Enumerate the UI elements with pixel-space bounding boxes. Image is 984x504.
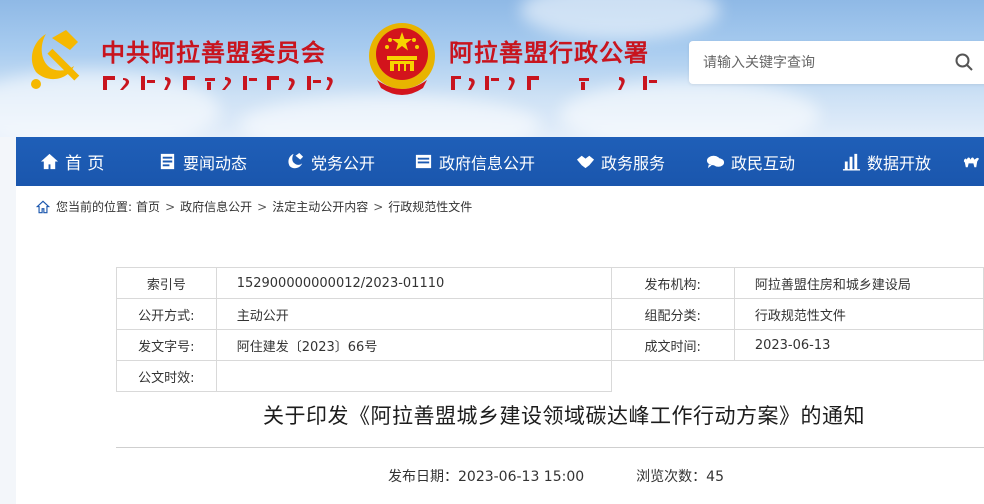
document-meta-table: 索引号 152900000000012/2023-01110 发布机构: 阿拉善… [116, 267, 984, 392]
administrative-office-title: 阿拉善盟行政公署 [449, 39, 649, 67]
home-icon [36, 200, 50, 213]
camel-icon [963, 157, 980, 168]
nav-label: 党务公开 [311, 153, 376, 173]
meta-label: 索引号 [116, 267, 217, 299]
nav-item-gov-services[interactable]: 政务服务 [576, 137, 665, 186]
search-box[interactable] [689, 41, 984, 84]
nav-label: 政府信息公开 [439, 153, 536, 173]
nav-label: 数据开放 [867, 153, 932, 173]
nav-label: 政务服务 [601, 153, 666, 173]
publish-info: 发布日期：2023-06-13 15:00 浏览次数：45 [388, 466, 724, 486]
chat-bubbles-icon [706, 155, 725, 169]
main-content: 您当前的位置: 首页 > 政府信息公开 > 法定主动公开内容 > 行政规范性文件… [16, 186, 984, 504]
breadcrumb-prefix: 您当前的位置: [56, 200, 133, 214]
meta-label: 组配分类: [610, 298, 735, 330]
nav-label: 首 页 [65, 154, 105, 174]
breadcrumb-link-statutory[interactable]: 法定主动公开内容 [272, 198, 368, 215]
publish-date: 发布日期：2023-06-13 15:00 [388, 469, 585, 485]
breadcrumb-separator: > [257, 199, 268, 214]
breadcrumb: 您当前的位置: 首页 > 政府信息公开 > 法定主动公开内容 > 行政规范性文件 [36, 198, 472, 215]
breadcrumb-link-gov-info[interactable]: 政府信息公开 [180, 198, 252, 215]
party-committee-title: 中共阿拉善盟委员会 [101, 39, 326, 67]
home-icon [40, 153, 59, 170]
view-count: 浏览次数：45 [636, 469, 724, 485]
breadcrumb-link-normative-docs[interactable]: 行政规范性文件 [388, 198, 472, 215]
meta-empty-cell [611, 361, 734, 392]
nav-item-open-data[interactable]: 数据开放 [842, 137, 931, 186]
table-row: 公开方式: 主动公开 组配分类: 行政规范性文件 [116, 298, 984, 330]
meta-label: 发文字号: [116, 329, 217, 361]
bar-chart-icon [842, 153, 861, 171]
table-row: 发文字号: 阿住建发〔2023〕66号 成文时间: 2023-06-13 [116, 329, 984, 361]
breadcrumb-link-home[interactable]: 首页 [136, 198, 160, 215]
document-list-icon [160, 153, 175, 170]
meta-value: 2023-06-13 [733, 329, 984, 361]
meta-value: 主动公开 [215, 298, 612, 330]
national-emblem-icon [369, 23, 435, 95]
meta-value [215, 360, 612, 392]
meta-value: 阿住建发〔2023〕66号 [215, 329, 612, 361]
title-divider [116, 447, 984, 448]
party-emblem-icon [31, 30, 80, 89]
nav-item-party-affairs[interactable]: 党务公开 [286, 137, 375, 186]
party-flag-icon [288, 152, 304, 169]
nav-label: 政民互动 [731, 153, 796, 173]
table-row: 公文时效: [116, 360, 984, 392]
breadcrumb-separator: > [373, 199, 384, 214]
nav-item-home[interactable]: 首 页 [40, 137, 104, 186]
nav-item-interaction[interactable]: 政民互动 [706, 137, 795, 186]
nav-item-more[interactable] [962, 137, 984, 186]
article-title: 关于印发《阿拉善盟城乡建设领域碳达峰工作行动方案》的通知 [263, 404, 865, 428]
party-mongolian-script [103, 76, 333, 90]
header-banner: 中共阿拉善盟委员会 阿拉善盟行政公署 [0, 0, 984, 137]
nav-item-news[interactable]: 要闻动态 [158, 137, 247, 186]
search-input[interactable] [689, 41, 984, 84]
table-row: 索引号 152900000000012/2023-01110 发布机构: 阿拉善… [116, 267, 984, 299]
meta-value: 152900000000012/2023-01110 [215, 267, 612, 299]
meta-value: 行政规范性文件 [733, 298, 984, 330]
meta-label: 公文时效: [116, 360, 217, 392]
meta-label: 发布机构: [610, 267, 735, 299]
search-icon[interactable] [955, 53, 973, 71]
nav-label: 要闻动态 [183, 153, 248, 173]
main-nav: 首 页 要闻动态 党务公开 政府信息公开 政务服务 政民互动 数据开放 [16, 137, 984, 186]
breadcrumb-separator: > [165, 199, 176, 214]
info-folder-icon [415, 154, 432, 169]
meta-label: 成文时间: [610, 329, 735, 361]
handshake-icon [576, 155, 595, 169]
meta-empty-cell [734, 361, 983, 392]
meta-value: 阿拉善盟住房和城乡建设局 [733, 267, 984, 299]
nav-item-gov-info[interactable]: 政府信息公开 [414, 137, 535, 186]
gov-mongolian-script [451, 76, 657, 90]
meta-label: 公开方式: [116, 298, 217, 330]
